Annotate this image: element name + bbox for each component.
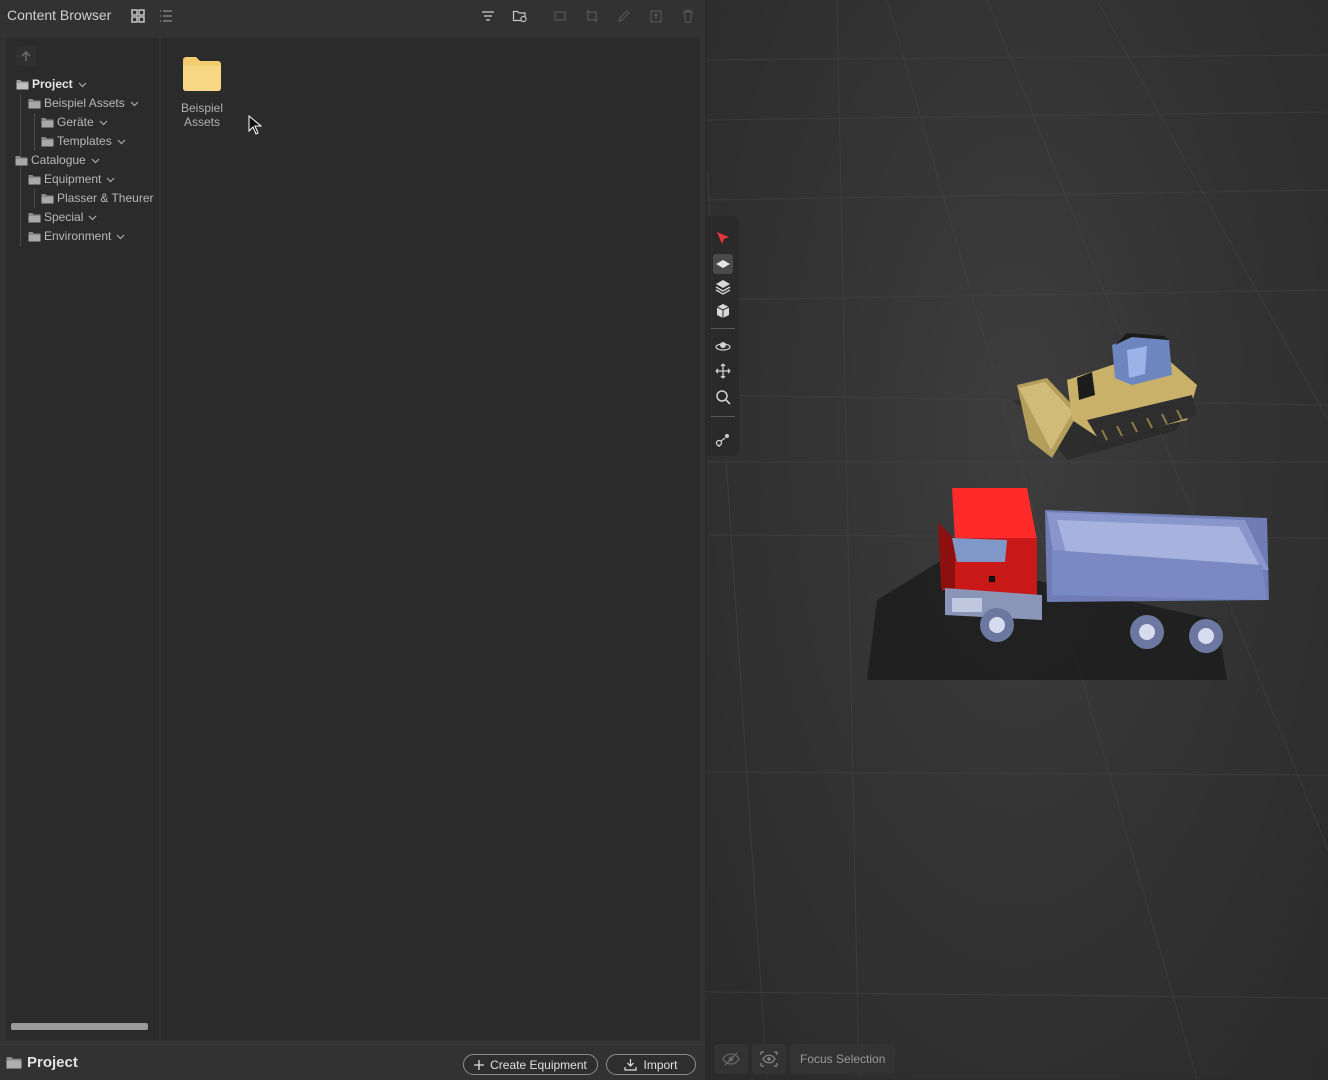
arrow-up-icon (21, 50, 31, 61)
tree-item-templates[interactable]: Templates (41, 132, 126, 150)
folder-icon (28, 231, 41, 241)
eye-off-icon (722, 1052, 740, 1066)
toolbar-divider (711, 416, 735, 417)
move-icon[interactable] (713, 361, 733, 381)
zoom-icon[interactable] (713, 387, 733, 407)
panel-title: Content Browser (7, 7, 112, 23)
folder-tree: Project Beispiel Assets Geräte Templates… (6, 38, 159, 1040)
tree-horizontal-scrollbar[interactable] (11, 1023, 148, 1030)
path-icon[interactable] (713, 430, 733, 450)
bulldozer-model (1017, 333, 1197, 458)
chevron-down-icon[interactable] (130, 99, 139, 108)
chevron-down-icon[interactable] (117, 137, 126, 146)
folder-icon (28, 98, 41, 108)
chevron-down-icon[interactable] (91, 156, 100, 165)
grid-view-icon[interactable] (129, 7, 147, 25)
tree-item-catalogue[interactable]: Catalogue (15, 151, 100, 169)
folder-icon (28, 212, 41, 222)
eye-icon (760, 1051, 778, 1067)
create-equipment-button[interactable]: Create Equipment (463, 1054, 598, 1075)
plane-icon[interactable] (713, 254, 733, 274)
3d-viewport[interactable] (707, 0, 1328, 1079)
tree-item-beispiel-assets[interactable]: Beispiel Assets (28, 94, 139, 112)
chevron-down-icon[interactable] (78, 80, 87, 89)
import-icon (624, 1058, 638, 1071)
viewport-toolbar (707, 216, 739, 456)
chevron-down-icon[interactable] (116, 232, 125, 241)
mouse-cursor-icon (248, 115, 262, 135)
trash-icon[interactable] (679, 7, 697, 25)
cube-icon[interactable] (713, 301, 733, 321)
tree-guide (20, 94, 21, 246)
folder-icon (41, 117, 54, 127)
toolbar-divider (711, 328, 735, 329)
chevron-down-icon[interactable] (88, 213, 97, 222)
filter-icon[interactable] (479, 7, 497, 25)
select-icon[interactable] (713, 228, 733, 248)
show-all-button[interactable] (752, 1044, 786, 1074)
folder-settings-icon[interactable] (511, 7, 529, 25)
plus-icon (474, 1059, 485, 1070)
folder-icon (28, 174, 41, 184)
orbit-icon[interactable] (713, 336, 733, 356)
tree-item-geraete[interactable]: Geräte (41, 113, 108, 131)
tree-item-environment[interactable]: Environment (28, 227, 125, 245)
scene-render (707, 0, 1328, 1079)
folder-icon (41, 193, 54, 203)
tree-item-equipment[interactable]: Equipment (28, 170, 115, 188)
folder-icon (41, 136, 54, 146)
import-button[interactable]: Import (606, 1054, 696, 1075)
asset-grid: Beispiel Assets (161, 38, 700, 1040)
chevron-down-icon[interactable] (106, 175, 115, 184)
content-browser-panel: Content Browser Project Beispiel Assets … (0, 0, 705, 1080)
breadcrumb[interactable]: Project (6, 1054, 78, 1071)
folder-icon (183, 57, 221, 91)
chevron-down-icon[interactable] (99, 118, 108, 127)
folder-icon (6, 1057, 22, 1069)
upload-icon[interactable] (647, 7, 665, 25)
folder-tile-beispiel-assets[interactable]: Beispiel Assets (175, 56, 229, 129)
content-browser-header: Content Browser (0, 0, 705, 32)
focus-selection-button[interactable]: Focus Selection (790, 1044, 896, 1074)
tree-guide (34, 113, 35, 151)
list-view-icon[interactable] (157, 7, 175, 25)
viewport-bottom-controls: Focus Selection (714, 1044, 896, 1074)
folder-icon (16, 79, 29, 89)
tree-guide (34, 189, 35, 208)
tree-item-special[interactable]: Special (28, 208, 97, 226)
crop-icon[interactable] (583, 7, 601, 25)
folder-icon (15, 155, 28, 165)
edit-icon[interactable] (615, 7, 633, 25)
content-browser-footer: Project Create Equipment Import (0, 1044, 705, 1080)
tree-item-plasser-theurer[interactable]: Plasser & Theurer (41, 189, 154, 207)
navigate-up-button[interactable] (16, 46, 36, 66)
hide-selection-button[interactable] (714, 1044, 748, 1074)
tree-item-project[interactable]: Project (16, 75, 87, 93)
folder-label: Beispiel Assets (180, 101, 224, 129)
layers-icon[interactable] (713, 277, 733, 297)
frame-icon[interactable] (551, 7, 569, 25)
